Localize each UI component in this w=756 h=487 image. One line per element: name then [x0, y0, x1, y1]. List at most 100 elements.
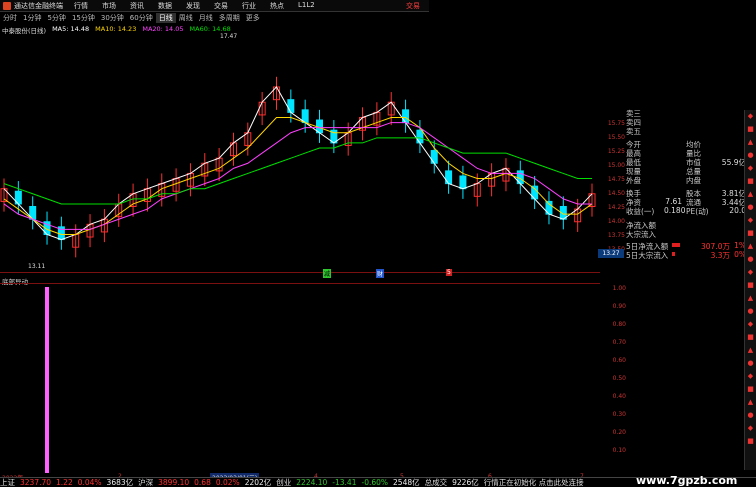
indicator-panel[interactable] [0, 283, 600, 473]
app-title: 通达信金融终端 [14, 1, 63, 10]
app-logo-icon [3, 1, 11, 10]
side-tool-icon[interactable]: ◆ [745, 112, 756, 123]
menu-item-l1l2[interactable]: L1L2 [298, 1, 315, 11]
side-tool-strip[interactable]: ◆ ■ ▲ ● ◆ ■ ▲ ● ◆ ■ ▲ ● ◆ ■ ▲ ● ◆ ■ ▲ ● … [744, 110, 756, 470]
price-tick: 15.00 [607, 162, 625, 169]
side-tool-icon[interactable]: ▲ [745, 294, 756, 305]
tab-30min[interactable]: 30分钟 [98, 13, 127, 23]
price-tick: 14.50 [607, 190, 625, 197]
index-sh-amount: 3683亿 [106, 478, 134, 487]
index-sh-name[interactable]: 上证 [0, 477, 15, 487]
kline-svg [0, 76, 600, 273]
side-tool-icon[interactable]: ■ [745, 281, 756, 292]
tab-1min[interactable]: 1分钟 [20, 13, 44, 23]
menu-item-industry[interactable]: 行业 [242, 1, 256, 11]
quote-label: 今开 [626, 140, 641, 149]
side-tool-icon[interactable]: ■ [745, 125, 756, 136]
candle-body [287, 99, 295, 113]
side-tool-icon[interactable]: ▲ [745, 138, 756, 149]
flow-row: 大宗流入 [626, 229, 746, 239]
current-price-tag: 13.27 [598, 249, 624, 258]
index-sh-value: 3237.70 [20, 478, 52, 487]
quote-row: 现量 总量 [626, 166, 746, 176]
side-tool-icon[interactable]: ◆ [745, 216, 756, 227]
marker-five[interactable]: 5 [446, 269, 452, 276]
tab-60min[interactable]: 60分钟 [127, 13, 156, 23]
trade-link[interactable]: 交易 [406, 1, 420, 11]
main-menu: 行情 市场 资讯 数据 发现 交易 行业 热点 L1L2 [74, 1, 315, 11]
side-tool-icon[interactable]: ● [745, 359, 756, 370]
marker-reduce[interactable]: 减 [323, 269, 332, 278]
quote-value [716, 139, 746, 148]
quote-row: 换手 股本 3.81亿 [626, 188, 746, 198]
menu-item-hot[interactable]: 热点 [270, 1, 284, 11]
side-tool-icon[interactable]: ● [745, 411, 756, 422]
index-cy-name[interactable]: 创业 [276, 477, 291, 487]
price-tick: 15.50 [607, 134, 625, 141]
candle-body [402, 109, 410, 124]
flow-value: 307.0万 [701, 242, 730, 251]
candle-body [416, 129, 424, 144]
side-tool-icon[interactable]: ◆ [745, 268, 756, 279]
side-tool-icon[interactable]: ● [745, 203, 756, 214]
index-hs-name[interactable]: 沪深 [138, 477, 153, 487]
side-tool-icon[interactable]: ● [745, 307, 756, 318]
side-tool-icon[interactable]: ◆ [745, 320, 756, 331]
tab-daily[interactable]: 日线 [155, 12, 176, 23]
side-tool-icon[interactable]: ◆ [745, 164, 756, 175]
quote-label: 净资 [626, 198, 641, 207]
menu-item-news[interactable]: 资讯 [130, 1, 144, 11]
indicator-tick: 0.40 [612, 393, 626, 400]
menu-item-market[interactable]: 行情 [74, 1, 88, 11]
index-cy-amount: 2548亿 [393, 478, 420, 487]
quote-value [664, 175, 682, 184]
side-tool-icon[interactable]: ■ [745, 385, 756, 396]
tab-5min[interactable]: 5分钟 [44, 13, 68, 23]
menu-item-markets[interactable]: 市场 [102, 1, 116, 11]
quote-value: 0.180 [664, 206, 686, 215]
candle-body [430, 150, 438, 164]
tab-multi-period[interactable]: 多周期 [216, 13, 243, 23]
indicator-svg [0, 283, 600, 473]
indicator-tick: 0.60 [612, 357, 626, 364]
price-tick: 14.00 [607, 218, 625, 225]
tab-more[interactable]: 更多 [243, 13, 263, 23]
connection-message[interactable]: 行情正在初始化 点击此处连接 [484, 477, 584, 487]
side-tool-icon[interactable]: ■ [745, 333, 756, 344]
price-tick: 14.25 [607, 204, 625, 211]
flow-row: 净流入额 [626, 220, 746, 230]
quote-label: 现量 [626, 167, 641, 176]
side-tool-icon[interactable]: ■ [745, 177, 756, 188]
side-tool-icon[interactable]: ◆ [745, 424, 756, 435]
watermark-brand: www.7gpzb.com [636, 474, 738, 487]
side-tool-icon[interactable]: ● [745, 151, 756, 162]
marker-finance[interactable]: 财 [376, 269, 385, 278]
tab-monthly[interactable]: 月线 [196, 13, 216, 23]
kline-chart-panel[interactable]: 中泰股份(日线) MA5: 14.48 MA10: 14.23 MA20: 14… [0, 23, 600, 278]
side-tool-icon[interactable]: ▲ [745, 242, 756, 253]
quote-label: 市值 [686, 158, 701, 167]
tab-weekly[interactable]: 周线 [176, 13, 196, 23]
indicator-axis: 1.00 0.90 0.80 0.70 0.60 0.50 0.40 0.30 … [604, 283, 628, 473]
menu-item-discover[interactable]: 发现 [186, 1, 200, 11]
index-hs-pct: 0.02% [215, 478, 240, 487]
side-tool-icon[interactable]: ● [745, 255, 756, 266]
tab-15min[interactable]: 15分钟 [69, 13, 98, 23]
menu-item-data[interactable]: 数据 [158, 1, 172, 11]
side-tool-icon[interactable]: ▲ [745, 190, 756, 201]
quote-value [664, 139, 682, 148]
quote-row: 今开 均价 [626, 139, 746, 149]
side-tool-icon[interactable]: ▲ [745, 346, 756, 357]
side-tool-icon[interactable]: ◆ [745, 372, 756, 383]
side-tool-icon[interactable]: ■ [745, 437, 756, 448]
quote-value [716, 148, 746, 157]
quote-label: 收益(一) [626, 207, 655, 216]
flow-label: 5日净流入额 [626, 242, 669, 251]
quote-label: PE(动) [686, 207, 709, 216]
quote-value: 3.44亿 [721, 198, 746, 207]
tab-intraday[interactable]: 分时 [0, 13, 20, 23]
side-tool-icon[interactable]: ▲ [745, 398, 756, 409]
side-tool-icon[interactable]: ■ [745, 229, 756, 240]
indicator-tick: 0.90 [612, 303, 626, 310]
menu-item-trade[interactable]: 交易 [214, 1, 228, 11]
